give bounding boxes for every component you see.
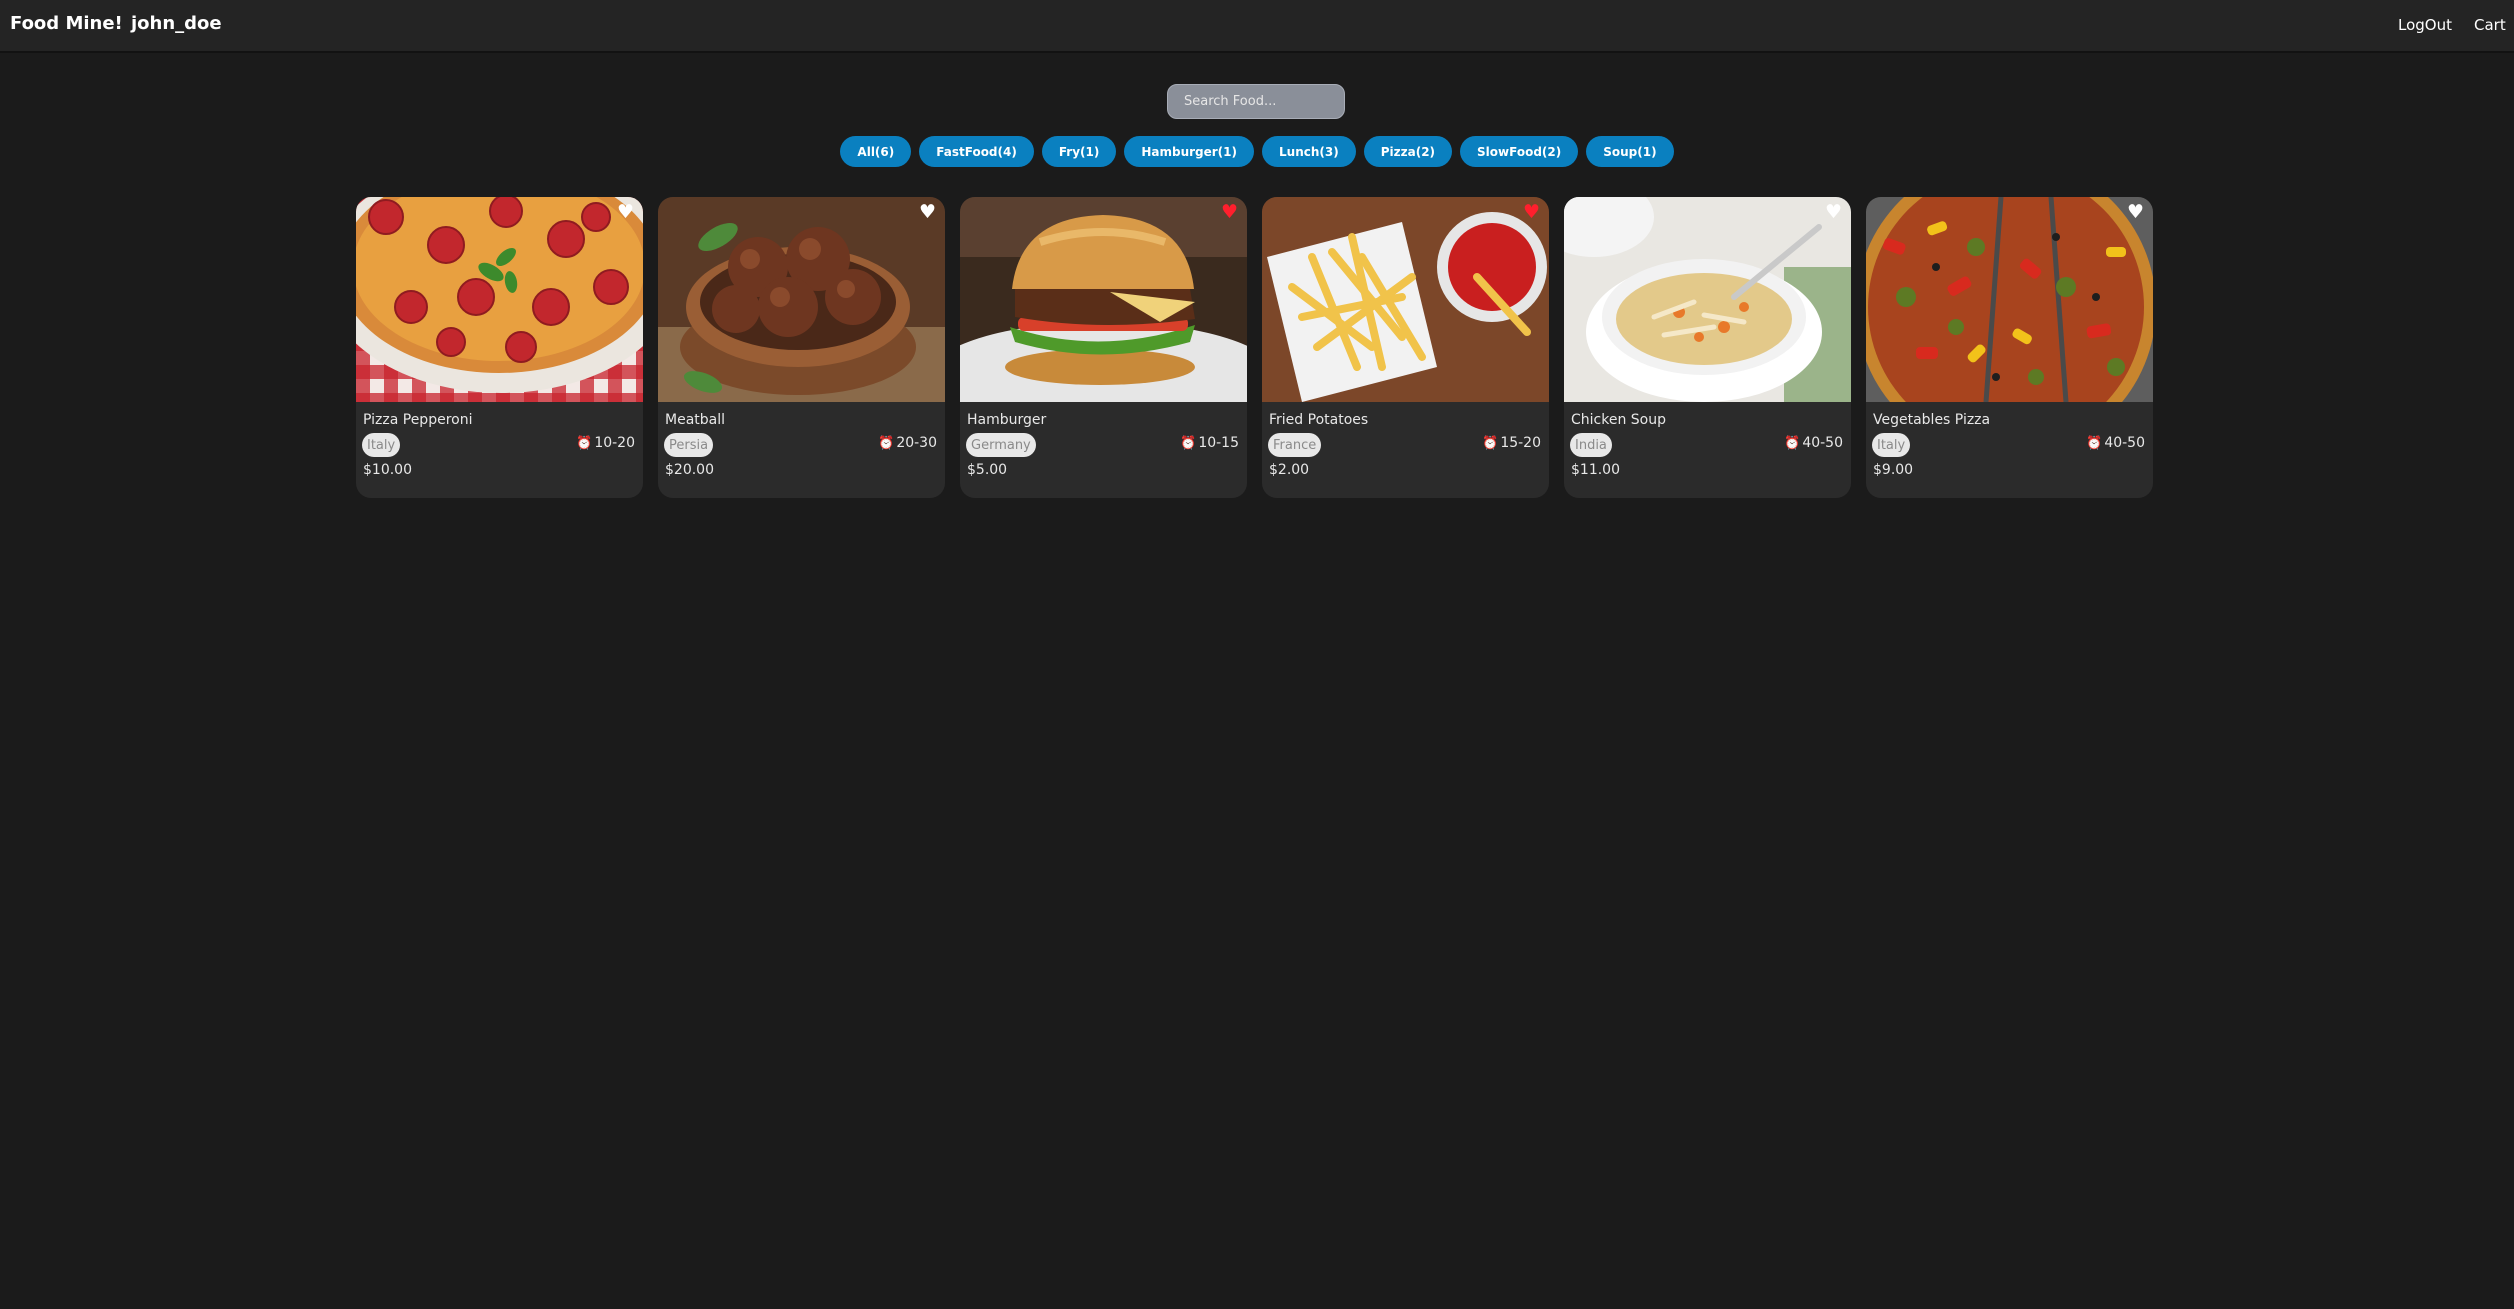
pizza-pepperoni-image: ♥ <box>356 197 643 402</box>
brand-logo-link[interactable]: Food Mine! <box>10 13 123 34</box>
tag-lunch[interactable]: Lunch(3) <box>1262 136 1356 167</box>
alarm-clock-icon: ⏰ <box>1482 435 1499 451</box>
food-name: Vegetables Pizza <box>1873 412 1991 428</box>
favorite-heart-icon[interactable]: ♥ <box>617 203 634 222</box>
alarm-clock-icon: ⏰ <box>1180 435 1197 451</box>
cook-time: ⏰ 40-50 <box>1784 435 1843 451</box>
favorite-heart-icon[interactable]: ♥ <box>1523 203 1540 222</box>
food-name: Chicken Soup <box>1571 412 1666 428</box>
alarm-clock-icon: ⏰ <box>878 435 895 451</box>
cook-time: ⏰ 10-20 <box>576 435 635 451</box>
logout-link[interactable]: LogOut <box>2398 16 2452 34</box>
food-card-chicken-soup[interactable]: ♥ Chicken Soup India ⏰ 40-50 $11.00 <box>1564 197 1851 498</box>
tag-pizza[interactable]: Pizza(2) <box>1363 136 1453 167</box>
food-name: Meatball <box>665 412 726 428</box>
cook-time: ⏰ 15-20 <box>1482 435 1541 451</box>
tag-soup[interactable]: Soup(1) <box>1586 136 1674 167</box>
alarm-clock-icon: ⏰ <box>2086 435 2103 451</box>
top-navbar: Food Mine! john_doe LogOut Cart <box>0 0 2514 53</box>
food-card-fried-potatoes[interactable]: ♥ Fried Potatoes France ⏰ 15-20 $2.00 <box>1262 197 1549 498</box>
food-price: $20.00 <box>665 462 714 478</box>
cook-time-value: 10-20 <box>594 435 635 451</box>
cook-time-value: 40-50 <box>1802 435 1843 451</box>
food-card-vegetables-pizza[interactable]: ♥ Vegetables Pizza Italy ⏰ 40-50 $9.00 <box>1866 197 2153 498</box>
favorite-heart-icon[interactable]: ♥ <box>1221 203 1238 222</box>
search-input[interactable] <box>1167 84 1345 119</box>
food-price: $2.00 <box>1269 462 1310 478</box>
tag-fry[interactable]: Fry(1) <box>1041 136 1117 167</box>
cook-time-value: 20-30 <box>896 435 937 451</box>
origin-badge: Persia <box>664 433 714 457</box>
meatball-image: ♥ <box>658 197 945 402</box>
food-card-hamburger[interactable]: ♥ Hamburger Germany ⏰ 10-15 $5.00 <box>960 197 1247 498</box>
food-card-meatball[interactable]: ♥ Meatball Persia ⏰ 20-30 $20.00 <box>658 197 945 498</box>
alarm-clock-icon: ⏰ <box>1784 435 1801 451</box>
origin-badge: France <box>1268 433 1322 457</box>
fried-potatoes-image: ♥ <box>1262 197 1549 402</box>
favorite-heart-icon[interactable]: ♥ <box>2127 203 2144 222</box>
cook-time: ⏰ 10-15 <box>1180 435 1239 451</box>
tag-slowfood[interactable]: SlowFood(2) <box>1460 136 1579 167</box>
food-name: Pizza Pepperoni <box>363 412 473 428</box>
food-name: Fried Potatoes <box>1269 412 1369 428</box>
origin-badge: India <box>1570 433 1612 457</box>
tag-hamburger[interactable]: Hamburger(1) <box>1124 136 1255 167</box>
origin-badge: Italy <box>362 433 401 457</box>
food-card-pizza-pepperoni[interactable]: ♥ Pizza Pepperoni Italy ⏰ 10-20 $10.00 <box>356 197 643 498</box>
food-price: $9.00 <box>1873 462 1914 478</box>
cook-time: ⏰ 20-30 <box>878 435 937 451</box>
food-price: $10.00 <box>363 462 412 478</box>
favorite-heart-icon[interactable]: ♥ <box>1825 203 1842 222</box>
cook-time: ⏰ 40-50 <box>2086 435 2145 451</box>
origin-badge: Germany <box>966 433 1036 457</box>
vegetables-pizza-image: ♥ <box>1866 197 2153 402</box>
alarm-clock-icon: ⏰ <box>576 435 593 451</box>
username-link[interactable]: john_doe <box>131 13 222 34</box>
food-name: Hamburger <box>967 412 1047 428</box>
favorite-heart-icon[interactable]: ♥ <box>919 203 936 222</box>
cook-time-value: 15-20 <box>1500 435 1541 451</box>
origin-badge: Italy <box>1872 433 1911 457</box>
food-price: $11.00 <box>1571 462 1620 478</box>
food-grid: ♥ Pizza Pepperoni Italy ⏰ 10-20 $10.00 ♥… <box>356 197 2153 498</box>
food-price: $5.00 <box>967 462 1008 478</box>
tag-all[interactable]: All(6) <box>840 136 912 167</box>
cook-time-value: 10-15 <box>1198 435 1239 451</box>
chicken-soup-image: ♥ <box>1564 197 1851 402</box>
tag-filter-bar: All(6) FastFood(4) Fry(1) Hamburger(1) L… <box>0 136 2514 167</box>
cart-link[interactable]: Cart <box>2474 16 2506 34</box>
hamburger-image: ♥ <box>960 197 1247 402</box>
cook-time-value: 40-50 <box>2104 435 2145 451</box>
tag-fastfood[interactable]: FastFood(4) <box>919 136 1034 167</box>
